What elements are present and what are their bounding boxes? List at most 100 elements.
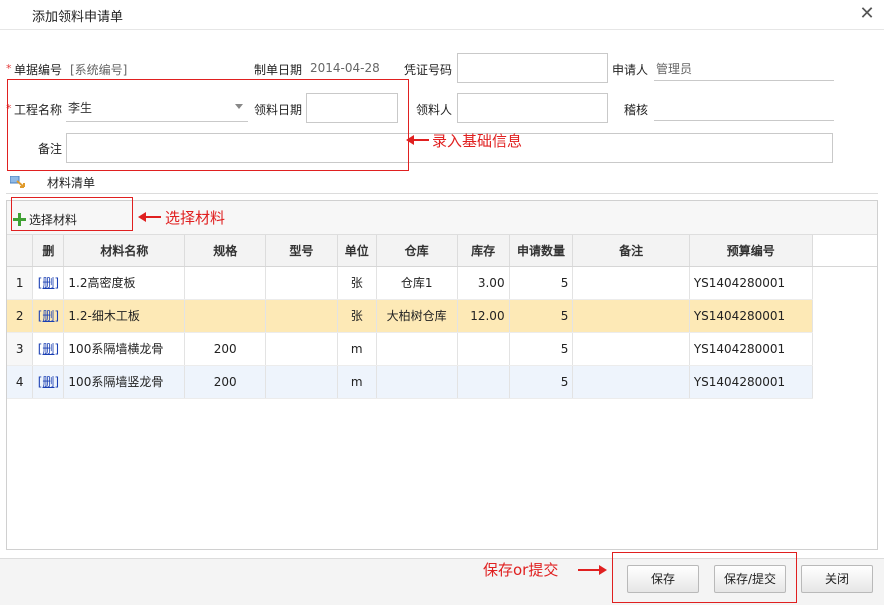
select-material-annotation: 选择材料 bbox=[165, 209, 226, 227]
material-name: 1.2-细木工板 bbox=[63, 299, 186, 333]
unit: 张 bbox=[337, 299, 377, 333]
remark[interactable] bbox=[572, 266, 690, 300]
stock: 12.00 bbox=[457, 299, 510, 333]
section-title: 材料清单 bbox=[47, 176, 96, 190]
delete-cell: [删] bbox=[32, 299, 65, 333]
delete-link[interactable]: [删] bbox=[38, 342, 59, 356]
remark[interactable] bbox=[572, 299, 690, 333]
delete-cell: [删] bbox=[32, 365, 65, 399]
table-header-row: 删 材料名称 规格 型号 单位 仓库 库存 申请数量 备注 预算编号 bbox=[7, 235, 877, 267]
warehouse: 大柏树仓库 bbox=[376, 299, 458, 333]
warehouse: 仓库1 bbox=[376, 266, 458, 300]
table-row[interactable]: 1 [删] 1.2高密度板 张 仓库1 3.00 5 YS1404280001 bbox=[7, 266, 877, 300]
quantity[interactable]: 5 bbox=[509, 332, 574, 366]
stock: 3.00 bbox=[457, 266, 510, 300]
table-row[interactable]: 4 [删] 100系隔墙竖龙骨 200 m 5 YS1404280001 bbox=[7, 365, 877, 399]
column-header[interactable]: 规格 bbox=[184, 235, 267, 267]
column-header[interactable]: 仓库 bbox=[376, 235, 458, 267]
delete-link[interactable]: [删] bbox=[38, 375, 59, 389]
budget-no: YS1404280001 bbox=[689, 365, 813, 399]
doc-no-label: 单据编号 bbox=[14, 63, 63, 77]
spec: 200 bbox=[184, 332, 267, 366]
material-table: 删 材料名称 规格 型号 单位 仓库 库存 申请数量 备注 预算编号 1 [删] bbox=[7, 235, 877, 399]
quantity[interactable]: 5 bbox=[509, 266, 574, 300]
stock bbox=[457, 365, 510, 399]
column-header[interactable]: 材料名称 bbox=[63, 235, 186, 267]
row-number: 1 bbox=[7, 266, 34, 300]
model bbox=[265, 266, 338, 300]
column-header[interactable]: 单位 bbox=[337, 235, 377, 267]
column-header bbox=[7, 235, 34, 267]
basic-info-annotation: 录入基础信息 bbox=[432, 132, 523, 150]
filler-cell bbox=[812, 332, 877, 365]
applicant-field[interactable]: 管理员 bbox=[654, 51, 834, 81]
delete-link[interactable]: [删] bbox=[38, 276, 59, 290]
basic-info-highlight bbox=[7, 79, 409, 171]
column-header[interactable]: 型号 bbox=[265, 235, 338, 267]
filler-cell bbox=[812, 299, 877, 332]
date-label: 制单日期 bbox=[254, 63, 303, 77]
table-row[interactable]: 3 [删] 100系隔墙横龙骨 200 m 5 YS1404280001 bbox=[7, 332, 877, 366]
warehouse bbox=[376, 332, 458, 366]
budget-no: YS1404280001 bbox=[689, 299, 813, 333]
required-mark: * bbox=[6, 62, 12, 75]
table-row[interactable]: 2 [删] 1.2-细木工板 张 大柏树仓库 12.00 5 YS1404280… bbox=[7, 299, 877, 333]
picker-label: 领料人 bbox=[416, 103, 453, 117]
row-number: 2 bbox=[7, 299, 34, 333]
material-name: 1.2高密度板 bbox=[63, 266, 186, 300]
arrow-icon bbox=[578, 565, 607, 575]
material-grid-panel: 选择材料 删 材料名称 规格 型号 单位 仓库 库存 申请数量 备注 预算编号 … bbox=[6, 200, 878, 550]
close-icon[interactable]: ✕ bbox=[856, 3, 878, 25]
spec: 200 bbox=[184, 365, 267, 399]
quantity[interactable]: 5 bbox=[509, 299, 574, 333]
voucher-label: 凭证号码 bbox=[404, 63, 453, 77]
model bbox=[265, 365, 338, 399]
section-divider bbox=[6, 193, 878, 194]
column-header[interactable]: 备注 bbox=[572, 235, 690, 267]
delete-link[interactable]: [删] bbox=[38, 309, 59, 323]
stock bbox=[457, 332, 510, 366]
material-name: 100系隔墙竖龙骨 bbox=[63, 365, 186, 399]
model bbox=[265, 332, 338, 366]
quantity[interactable]: 5 bbox=[509, 365, 574, 399]
unit: m bbox=[337, 365, 377, 399]
audit-label: 稽核 bbox=[624, 103, 649, 117]
budget-no: YS1404280001 bbox=[689, 266, 813, 300]
delete-cell: [删] bbox=[32, 332, 65, 366]
budget-no: YS1404280001 bbox=[689, 332, 813, 366]
applicant-value: 管理员 bbox=[656, 62, 693, 76]
arrow-icon bbox=[406, 135, 429, 145]
voucher-input[interactable] bbox=[457, 53, 608, 83]
title-bar: 添加领料申请单 ✕ bbox=[0, 0, 884, 30]
row-number: 3 bbox=[7, 332, 34, 366]
column-header[interactable]: 预算编号 bbox=[689, 235, 813, 267]
save-buttons-highlight bbox=[612, 552, 797, 603]
add-requisition-dialog: 添加领料申请单 ✕ * 单据编号 [系统编号] 制单日期 2014-04-28 … bbox=[0, 0, 884, 605]
applicant-label: 申请人 bbox=[612, 63, 649, 77]
row-number: 4 bbox=[7, 365, 34, 399]
column-filler bbox=[812, 235, 877, 267]
save-submit-annotation: 保存or提交 bbox=[483, 561, 559, 579]
column-header[interactable]: 申请数量 bbox=[509, 235, 574, 267]
audit-field[interactable] bbox=[654, 91, 834, 121]
delete-cell: [删] bbox=[32, 266, 65, 300]
unit: 张 bbox=[337, 266, 377, 300]
remark[interactable] bbox=[572, 332, 690, 366]
column-header[interactable]: 删 bbox=[32, 235, 65, 267]
spec bbox=[184, 266, 267, 300]
dialog-title: 添加领料申请单 bbox=[32, 10, 124, 25]
column-header[interactable]: 库存 bbox=[457, 235, 510, 267]
date-value: 2014-04-28 bbox=[310, 61, 380, 75]
filler-cell bbox=[812, 365, 877, 398]
close-button[interactable]: 关闭 bbox=[801, 565, 873, 593]
material-list-icon bbox=[10, 176, 25, 188]
picker-input[interactable] bbox=[457, 93, 608, 123]
arrow-icon bbox=[138, 212, 161, 222]
warehouse bbox=[376, 365, 458, 399]
select-material-highlight bbox=[11, 197, 133, 231]
spec bbox=[184, 299, 267, 333]
filler-cell bbox=[812, 266, 877, 299]
unit: m bbox=[337, 332, 377, 366]
model bbox=[265, 299, 338, 333]
remark[interactable] bbox=[572, 365, 690, 399]
